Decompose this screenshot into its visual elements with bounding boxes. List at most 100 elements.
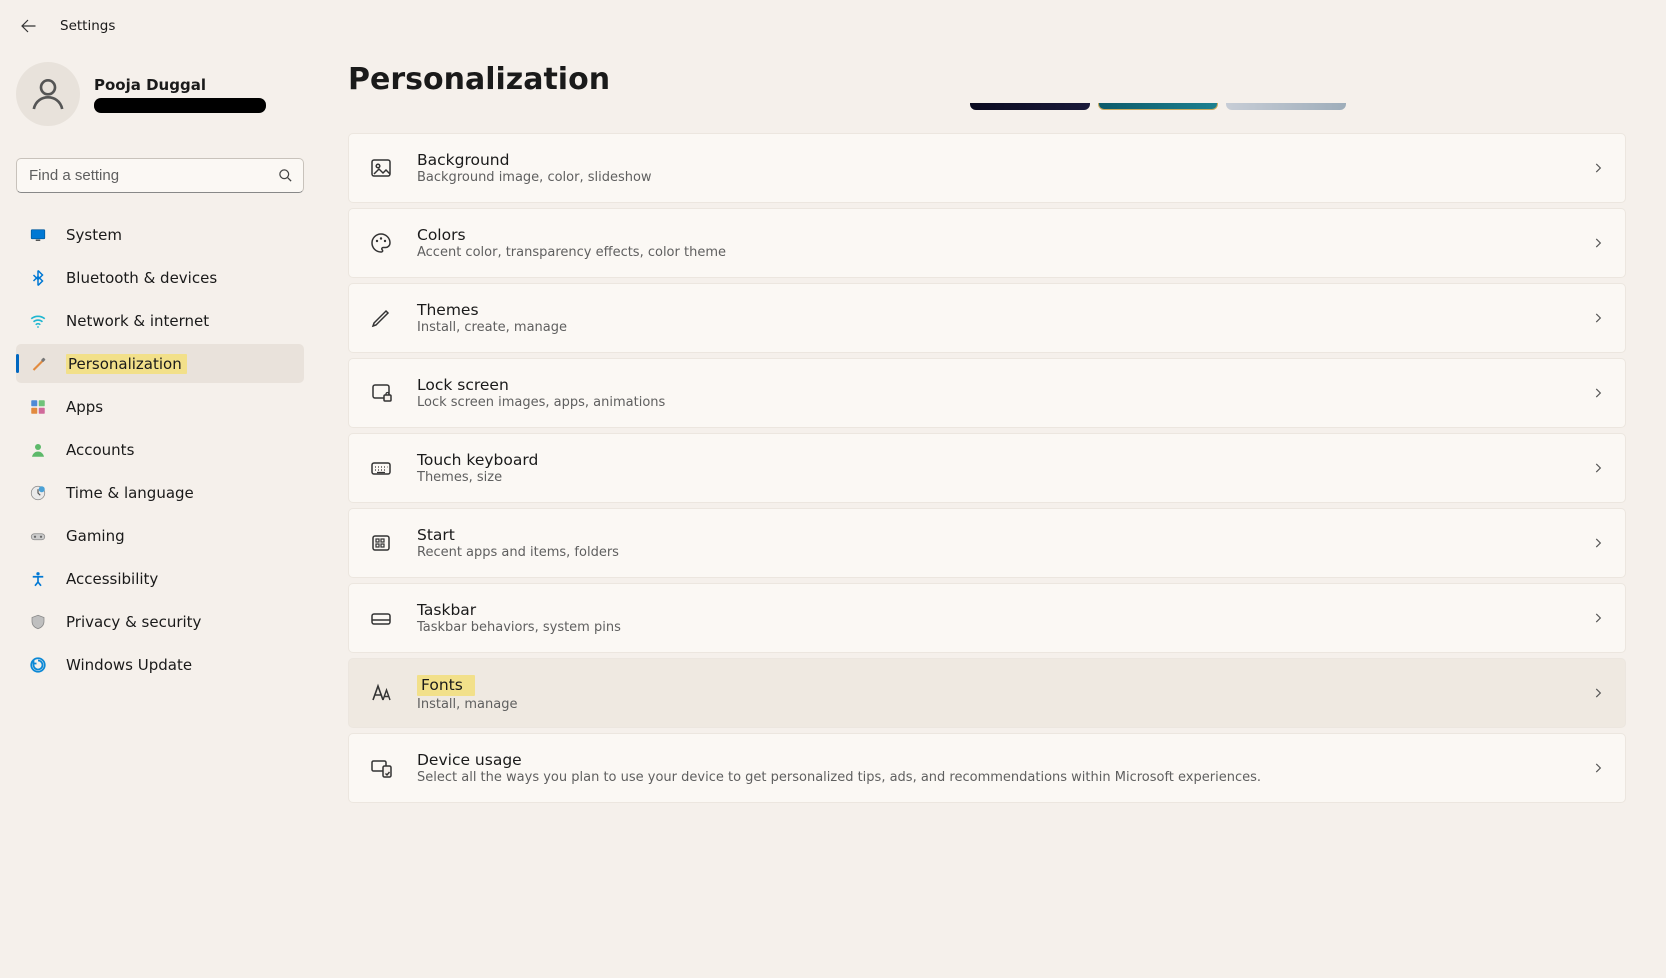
image-icon [367,154,395,182]
nav-item-accessibility[interactable]: Accessibility [16,559,304,598]
lock-screen-icon [367,379,395,407]
profile-name: Pooja Duggal [94,76,304,94]
chevron-right-icon [1591,386,1605,400]
nav-label: Personalization [66,354,187,374]
nav-label: Gaming [66,527,125,545]
nav-label: System [66,226,122,244]
setting-desc: Accent color, transparency effects, colo… [417,245,1591,260]
nav-label: Accounts [66,441,134,459]
chevron-right-icon [1591,611,1605,625]
setting-title: Start [417,526,1591,544]
chevron-right-icon [1591,236,1605,250]
setting-title: Themes [417,301,1591,319]
app-title: Settings [60,18,115,34]
nav-label: Network & internet [66,312,209,330]
setting-desc: Recent apps and items, folders [417,545,1591,560]
accessibility-icon [28,569,48,589]
setting-title: Colors [417,226,1591,244]
setting-row-colors[interactable]: ColorsAccent color, transparency effects… [348,208,1626,278]
setting-desc: Install, create, manage [417,320,1591,335]
keyboard-icon [367,454,395,482]
title-bar: Settings [0,0,1666,52]
setting-row-taskbar[interactable]: TaskbarTaskbar behaviors, system pins [348,583,1626,653]
theme-preview-strip [348,103,1626,111]
page-title: Personalization [348,62,1626,97]
fonts-icon [367,679,395,707]
setting-row-background[interactable]: BackgroundBackground image, color, slide… [348,133,1626,203]
search-button[interactable] [278,168,293,183]
nav-item-network[interactable]: Network & internet [16,301,304,340]
sidebar: Pooja Duggal System Bluetooth & devices Ne… [0,52,320,978]
search-box[interactable] [16,158,304,193]
setting-row-lockscreen[interactable]: Lock screenLock screen images, apps, ani… [348,358,1626,428]
taskbar-icon [367,604,395,632]
back-button[interactable] [18,16,38,36]
chevron-right-icon [1591,161,1605,175]
setting-row-start[interactable]: StartRecent apps and items, folders [348,508,1626,578]
nav-label: Privacy & security [66,613,201,631]
apps-icon [28,397,48,417]
nav-item-privacy[interactable]: Privacy & security [16,602,304,641]
theme-thumb-2[interactable] [1098,103,1218,110]
nav-item-accounts[interactable]: Accounts [16,430,304,469]
setting-row-fonts[interactable]: FontsInstall, manage [348,658,1626,728]
setting-row-touchkeyboard[interactable]: Touch keyboardThemes, size [348,433,1626,503]
setting-row-themes[interactable]: ThemesInstall, create, manage [348,283,1626,353]
setting-desc: Background image, color, slideshow [417,170,1591,185]
setting-title: Background [417,151,1591,169]
update-icon [28,655,48,675]
back-arrow-icon [19,17,37,35]
start-icon [367,529,395,557]
theme-thumb-3[interactable] [1226,103,1346,110]
chevron-right-icon [1591,311,1605,325]
setting-desc: Themes, size [417,470,1591,485]
chevron-right-icon [1591,686,1605,700]
nav-label: Accessibility [66,570,158,588]
nav-item-apps[interactable]: Apps [16,387,304,426]
nav-list: System Bluetooth & devices Network & inter… [16,215,304,684]
nav-item-update[interactable]: Windows Update [16,645,304,684]
pen-icon [367,304,395,332]
setting-title: Fonts [417,675,475,696]
nav-item-system[interactable]: System [16,215,304,254]
chevron-right-icon [1591,461,1605,475]
profile-email-redacted [94,98,266,113]
clock-icon [28,483,48,503]
avatar [16,62,80,126]
nav-label: Time & language [66,484,194,502]
setting-desc: Select all the ways you plan to use your… [417,770,1591,785]
person-icon [28,440,48,460]
palette-icon [367,229,395,257]
nav-item-bluetooth[interactable]: Bluetooth & devices [16,258,304,297]
setting-row-deviceusage[interactable]: Device usageSelect all the ways you plan… [348,733,1626,803]
nav-item-gaming[interactable]: Gaming [16,516,304,555]
setting-desc: Taskbar behaviors, system pins [417,620,1591,635]
nav-label: Bluetooth & devices [66,269,217,287]
profile-block[interactable]: Pooja Duggal [16,58,304,140]
search-icon [278,168,293,183]
settings-list: BackgroundBackground image, color, slide… [348,133,1626,803]
nav-item-personalization[interactable]: Personalization [16,344,304,383]
setting-desc: Lock screen images, apps, animations [417,395,1591,410]
bluetooth-icon [28,268,48,288]
shield-icon [28,612,48,632]
setting-title: Touch keyboard [417,451,1591,469]
system-icon [28,225,48,245]
search-input[interactable] [29,167,278,184]
person-icon [28,74,68,114]
nav-label: Windows Update [66,656,192,674]
setting-title: Lock screen [417,376,1591,394]
wifi-icon [28,311,48,331]
setting-title: Taskbar [417,601,1591,619]
setting-title: Device usage [417,751,1591,769]
setting-desc: Install, manage [417,697,1591,712]
brush-icon [28,354,48,374]
main-content: Personalization BackgroundBackground ima… [320,52,1666,978]
gamepad-icon [28,526,48,546]
chevron-right-icon [1591,761,1605,775]
nav-item-time[interactable]: Time & language [16,473,304,512]
chevron-right-icon [1591,536,1605,550]
device-usage-icon [367,754,395,782]
nav-label: Apps [66,398,103,416]
theme-thumb-1[interactable] [970,103,1090,110]
